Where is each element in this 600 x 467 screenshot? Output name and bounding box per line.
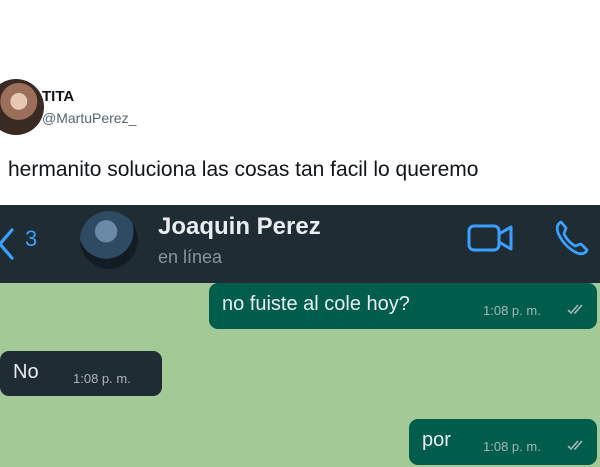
message-time: 1:08 p. m. xyxy=(483,439,541,454)
contact-avatar[interactable] xyxy=(80,211,138,269)
tweet-text: hermanito soluciona las cosas tan facil … xyxy=(8,158,479,181)
message-bubble-incoming[interactable]: No 1:08 p. m. xyxy=(0,351,162,396)
double-check-icon xyxy=(567,440,583,451)
message-time: 1:08 p. m. xyxy=(483,303,541,318)
video-call-icon[interactable] xyxy=(466,222,514,254)
message-text: por xyxy=(422,429,451,451)
tweet-header: TITA @MartuPerez_ hermanito soluciona la… xyxy=(0,0,600,200)
message-text: no fuiste al cole hoy? xyxy=(222,293,410,315)
author-handle[interactable]: @MartuPerez_ xyxy=(42,110,136,126)
phone-call-icon[interactable] xyxy=(553,218,589,258)
contact-name[interactable]: Joaquin Perez xyxy=(158,213,321,241)
author-name[interactable]: TITA xyxy=(42,88,74,105)
double-check-icon xyxy=(567,304,583,315)
back-count[interactable]: 3 xyxy=(25,226,37,252)
message-text: No xyxy=(13,361,39,383)
message-bubble-outgoing[interactable]: por 1:08 p. m. xyxy=(409,419,597,465)
contact-status: en línea xyxy=(158,247,223,267)
message-bubble-outgoing[interactable]: no fuiste al cole hoy? 1:08 p. m. xyxy=(209,283,597,329)
message-time: 1:08 p. m. xyxy=(73,371,131,386)
back-chevron-icon[interactable] xyxy=(0,227,18,261)
author-avatar[interactable] xyxy=(0,79,44,135)
